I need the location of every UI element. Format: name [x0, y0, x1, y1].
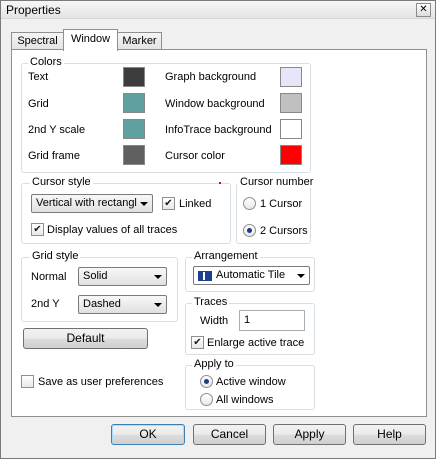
width-label: Width — [200, 315, 229, 327]
grid-frame-color-swatch[interactable] — [123, 145, 145, 165]
ok-button[interactable]: OK — [111, 424, 185, 445]
apply-button[interactable]: Apply — [273, 424, 346, 445]
normal-grid-value: Solid — [83, 270, 108, 282]
two-cursors-label: 2 Cursors — [260, 225, 308, 237]
save-user-preferences-checkbox[interactable] — [21, 375, 34, 388]
cancel-button[interactable]: Cancel — [193, 424, 266, 445]
enlarge-active-trace-label: Enlarge active trace — [207, 337, 305, 349]
arrangement-group-label: Arrangement — [192, 250, 260, 262]
graph-background-label: Graph background — [165, 71, 257, 83]
cursor-number-group-label: Cursor number — [238, 176, 316, 188]
two-cursors-radio[interactable] — [243, 224, 256, 237]
default-button[interactable]: Default — [23, 328, 148, 349]
cursor-color-label: Cursor color — [165, 150, 225, 162]
window-title: Properties — [6, 3, 61, 17]
one-cursor-label: 1 Cursor — [260, 198, 303, 210]
active-window-label: Active window — [216, 376, 286, 388]
tab-window[interactable]: Window — [63, 29, 118, 51]
enlarge-active-trace-checkbox[interactable] — [191, 336, 204, 349]
traces-group-label: Traces — [192, 296, 230, 308]
tab-spectral[interactable]: Spectral — [11, 32, 64, 50]
infotrace-background-swatch[interactable] — [280, 119, 302, 139]
grid-style-group-label: Grid style — [30, 250, 81, 262]
chevron-down-icon — [154, 303, 162, 307]
save-user-preferences-label: Save as user preferences — [38, 376, 164, 388]
second-y-grid-dropdown[interactable]: Dashed — [78, 295, 167, 314]
colors-group-label: Colors — [28, 56, 64, 68]
window-background-swatch[interactable] — [280, 93, 302, 113]
second-y-scale-color-swatch[interactable] — [123, 119, 145, 139]
second-y-grid-value: Dashed — [83, 298, 121, 310]
grid-color-swatch[interactable] — [123, 93, 145, 113]
infotrace-background-label: InfoTrace background — [165, 124, 272, 136]
text-color-swatch[interactable] — [123, 67, 145, 87]
all-windows-label: All windows — [216, 394, 274, 406]
grid-color-label: Grid — [28, 98, 49, 110]
tile-icon — [198, 271, 212, 281]
one-cursor-radio[interactable] — [243, 197, 256, 210]
tab-marker[interactable]: Marker — [117, 32, 162, 50]
properties-dialog: Properties ✕ Spectral Window Marker Colo… — [0, 0, 436, 459]
active-window-radio[interactable] — [200, 375, 213, 388]
second-y-scale-color-label: 2nd Y scale — [28, 124, 86, 136]
apply-to-group-label: Apply to — [192, 358, 236, 370]
linked-checkbox[interactable] — [162, 197, 175, 210]
arrangement-dropdown[interactable]: Automatic Tile — [193, 266, 310, 285]
all-windows-radio[interactable] — [200, 393, 213, 406]
red-dot-marker — [219, 182, 221, 184]
normal-grid-dropdown[interactable]: Solid — [78, 267, 167, 286]
normal-label: Normal — [31, 271, 67, 283]
arrangement-value: Automatic Tile — [216, 269, 286, 281]
display-all-traces-checkbox[interactable] — [31, 223, 44, 236]
cursor-color-swatch[interactable] — [280, 145, 302, 165]
chevron-down-icon — [297, 274, 305, 278]
text-color-label: Text — [28, 71, 49, 83]
grid-frame-color-label: Grid frame — [28, 150, 80, 162]
window-background-label: Window background — [165, 98, 265, 110]
graph-background-swatch[interactable] — [280, 67, 302, 87]
help-button[interactable]: Help — [353, 424, 426, 445]
trace-width-input[interactable]: 1 — [239, 310, 305, 331]
display-all-traces-label: Display values of all traces — [47, 224, 178, 236]
chevron-down-icon — [154, 275, 162, 279]
chevron-down-icon — [140, 202, 148, 206]
close-icon[interactable]: ✕ — [416, 3, 431, 17]
second-y-label: 2nd Y — [31, 298, 60, 310]
cursor-style-group-label: Cursor style — [30, 176, 93, 188]
title-bar: Properties ✕ — [1, 1, 435, 19]
linked-label: Linked — [179, 198, 212, 210]
cursor-style-value: Vertical with rectangl — [36, 197, 137, 209]
cursor-style-dropdown[interactable]: Vertical with rectangl — [31, 194, 153, 213]
